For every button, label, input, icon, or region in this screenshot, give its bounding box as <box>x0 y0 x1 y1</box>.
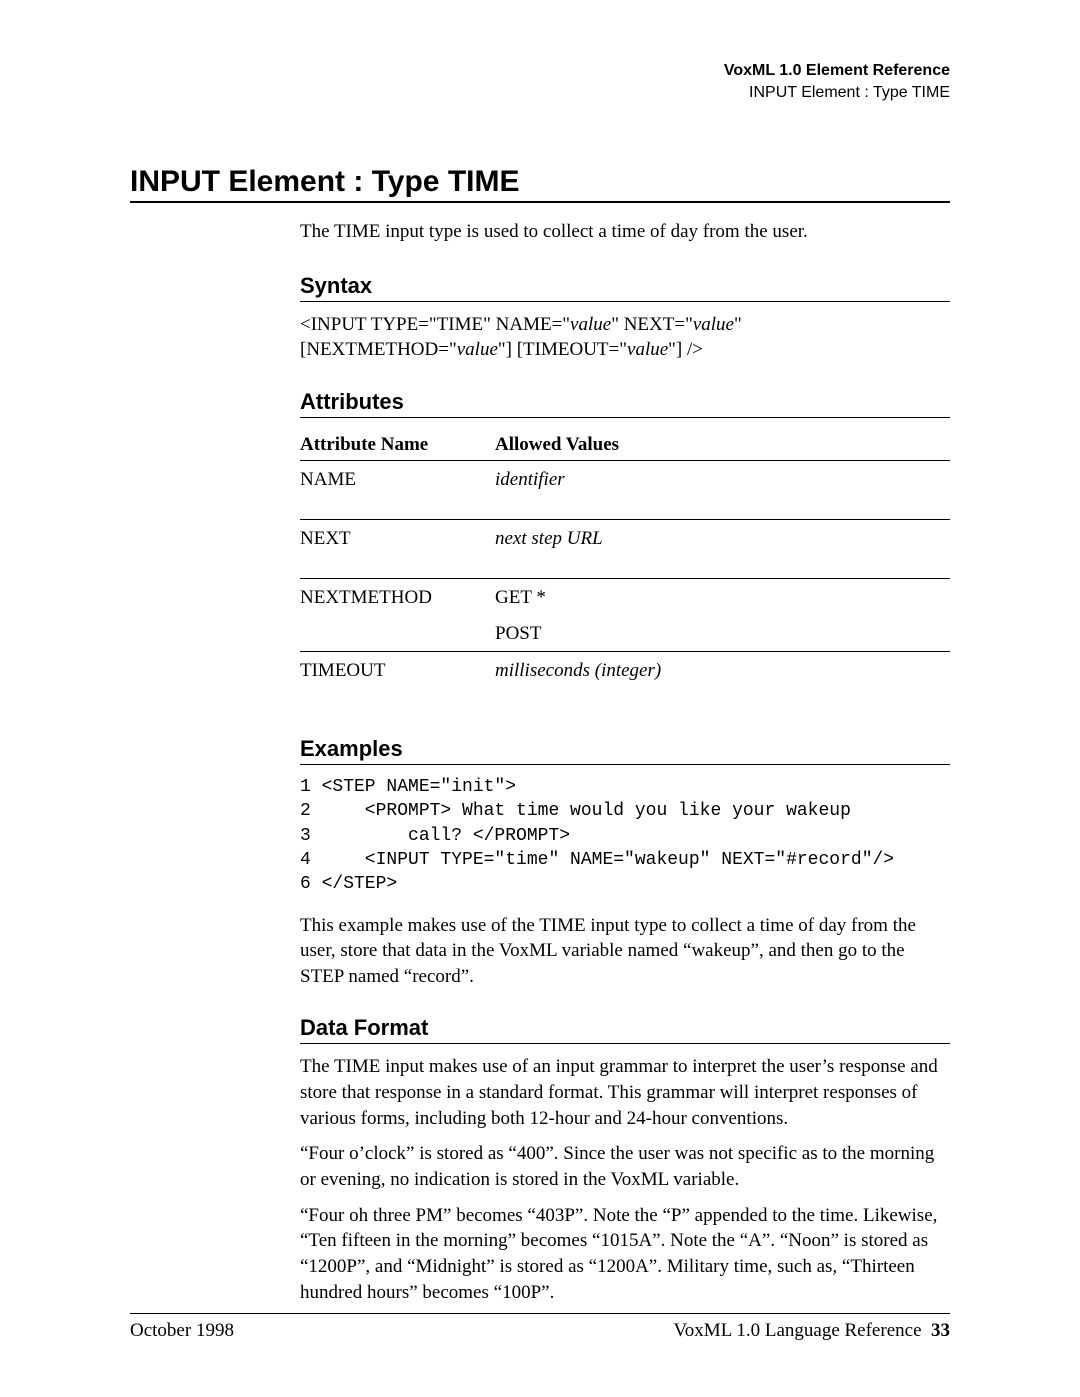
attr-value: POST <box>495 615 950 652</box>
running-header-subtitle: INPUT Element : Type TIME <box>130 82 950 104</box>
syntax-text: " NEXT=" <box>611 314 693 335</box>
section-head-examples: Examples <box>300 736 950 765</box>
page-title: INPUT Element : Type TIME <box>130 165 950 203</box>
attributes-table: Attribute Name Allowed Values NAME ident… <box>300 428 950 710</box>
attr-name: NEXTMETHOD <box>300 579 495 616</box>
section-head-syntax: Syntax <box>300 273 950 302</box>
table-row: POST <box>300 615 950 652</box>
running-header-title: VoxML 1.0 Element Reference <box>130 60 950 82</box>
attr-value: next step URL <box>495 520 950 579</box>
syntax-text: " <box>734 314 742 335</box>
attr-value: GET * <box>495 579 950 616</box>
dataformat-para-2: “Four o’clock” is stored as “400”. Since… <box>300 1141 950 1192</box>
intro-paragraph: The TIME input type is used to collect a… <box>300 221 950 243</box>
syntax-text: "] [TIMEOUT=" <box>498 339 627 360</box>
attr-name: TIMEOUT <box>300 652 495 711</box>
section-head-dataformat: Data Format <box>300 1015 950 1044</box>
table-header-values: Allowed Values <box>495 428 950 461</box>
footer-date: October 1998 <box>130 1320 234 1342</box>
footer-ref-text: VoxML 1.0 Language Reference <box>674 1320 922 1341</box>
table-row: TIMEOUT milliseconds (integer) <box>300 652 950 711</box>
syntax-text: [NEXTMETHOD=" <box>300 339 457 360</box>
dataformat-para-1: The TIME input makes use of an input gra… <box>300 1054 950 1131</box>
attr-name <box>300 615 495 652</box>
attr-value: milliseconds (integer) <box>495 652 950 711</box>
syntax-text: "] /> <box>668 339 703 360</box>
section-head-attributes: Attributes <box>300 389 950 418</box>
attr-name: NAME <box>300 461 495 520</box>
table-row: NEXT next step URL <box>300 520 950 579</box>
syntax-value: value <box>457 339 498 360</box>
dataformat-para-3: “Four oh three PM” becomes “403P”. Note … <box>300 1203 950 1306</box>
syntax-value: value <box>627 339 668 360</box>
syntax-text: <INPUT TYPE="TIME" NAME=" <box>300 314 570 335</box>
footer-page-number: 33 <box>931 1320 950 1341</box>
syntax-value: value <box>693 314 734 335</box>
table-row: NEXTMETHOD GET * <box>300 579 950 616</box>
attr-name: NEXT <box>300 520 495 579</box>
table-header-name: Attribute Name <box>300 428 495 461</box>
attr-value: identifier <box>495 461 950 520</box>
example-description: This example makes use of the TIME input… <box>300 913 950 990</box>
table-row: NAME identifier <box>300 461 950 520</box>
syntax-value: value <box>570 314 611 335</box>
running-header: VoxML 1.0 Element Reference INPUT Elemen… <box>130 60 950 105</box>
syntax-block: <INPUT TYPE="TIME" NAME="value" NEXT="va… <box>300 312 950 363</box>
page-footer: October 1998 VoxML 1.0 Language Referenc… <box>130 1313 950 1342</box>
footer-ref: VoxML 1.0 Language Reference 33 <box>674 1320 950 1342</box>
example-code: 1 <STEP NAME="init"> 2 <PROMPT> What tim… <box>300 775 950 896</box>
